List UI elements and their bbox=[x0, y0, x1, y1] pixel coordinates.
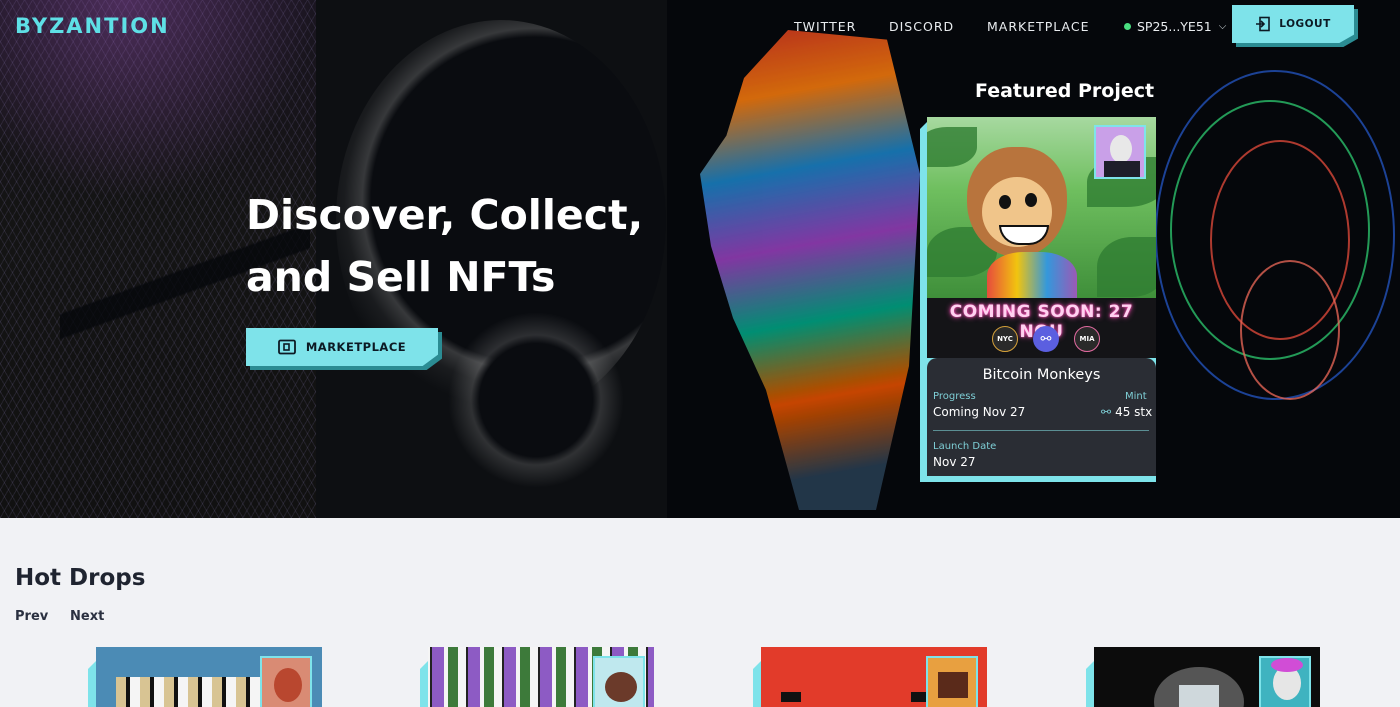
hot-drop-creator-avatar[interactable] bbox=[926, 656, 978, 707]
hot-drop-creator-avatar[interactable] bbox=[1259, 656, 1311, 707]
logout-icon bbox=[1256, 16, 1271, 32]
stacks-coin-icon: ⚯ bbox=[1033, 326, 1059, 352]
hot-drop-creator-avatar[interactable] bbox=[593, 656, 645, 707]
featured-heading: Featured Project bbox=[975, 80, 1155, 102]
hero-title: Discover, Collect, and Sell NFTs bbox=[246, 184, 666, 308]
mint-price: ⚯ 45 stx bbox=[1101, 405, 1152, 419]
wallet-dropdown[interactable]: SP25...YE51 ⌵ bbox=[1124, 19, 1226, 34]
nav-link-twitter[interactable]: TWITTER bbox=[794, 19, 856, 34]
site-logo[interactable]: BYZANTION bbox=[15, 14, 170, 38]
mia-coin-icon: MIA bbox=[1074, 326, 1100, 352]
hero-painted-face-art bbox=[700, 30, 920, 510]
hot-drops-heading: Hot Drops bbox=[15, 565, 146, 591]
launch-date-label: Launch Date bbox=[933, 441, 997, 452]
progress-label: Progress bbox=[933, 391, 976, 402]
hero-rings-art bbox=[1150, 60, 1400, 480]
creator-avatar[interactable] bbox=[1094, 125, 1146, 179]
prev-button[interactable]: Prev bbox=[15, 609, 48, 624]
card-divider bbox=[933, 430, 1149, 431]
hero-title-line-1: Discover, Collect, bbox=[246, 191, 644, 239]
progress-value: Coming Nov 27 bbox=[933, 405, 1026, 419]
launch-date-value: Nov 27 bbox=[933, 455, 976, 469]
wallet-icon bbox=[277, 339, 296, 355]
project-name[interactable]: Bitcoin Monkeys bbox=[927, 367, 1156, 383]
next-button[interactable]: Next bbox=[70, 609, 104, 624]
hero-title-line-2: and Sell NFTs bbox=[246, 253, 556, 301]
marketplace-button[interactable]: MARKETPLACE bbox=[246, 328, 438, 366]
mint-label: Mint bbox=[1125, 391, 1147, 402]
nyc-coin-icon: NYC bbox=[992, 326, 1018, 352]
logout-label: LOGOUT bbox=[1279, 18, 1331, 30]
nav-link-marketplace[interactable]: MARKETPLACE bbox=[987, 19, 1090, 34]
wallet-status-dot bbox=[1124, 23, 1131, 30]
stacks-icon: ⚯ bbox=[1101, 405, 1112, 419]
logout-button[interactable]: LOGOUT bbox=[1232, 5, 1354, 43]
hot-drop-creator-avatar[interactable] bbox=[260, 656, 312, 707]
nav-link-discord[interactable]: DISCORD bbox=[889, 19, 954, 34]
chevron-down-icon: ⌵ bbox=[1218, 21, 1227, 32]
wallet-address: SP25...YE51 bbox=[1137, 19, 1212, 34]
hero-section bbox=[0, 0, 1400, 518]
mint-value: 45 stx bbox=[1115, 405, 1153, 419]
marketplace-button-label: MARKETPLACE bbox=[305, 340, 407, 354]
